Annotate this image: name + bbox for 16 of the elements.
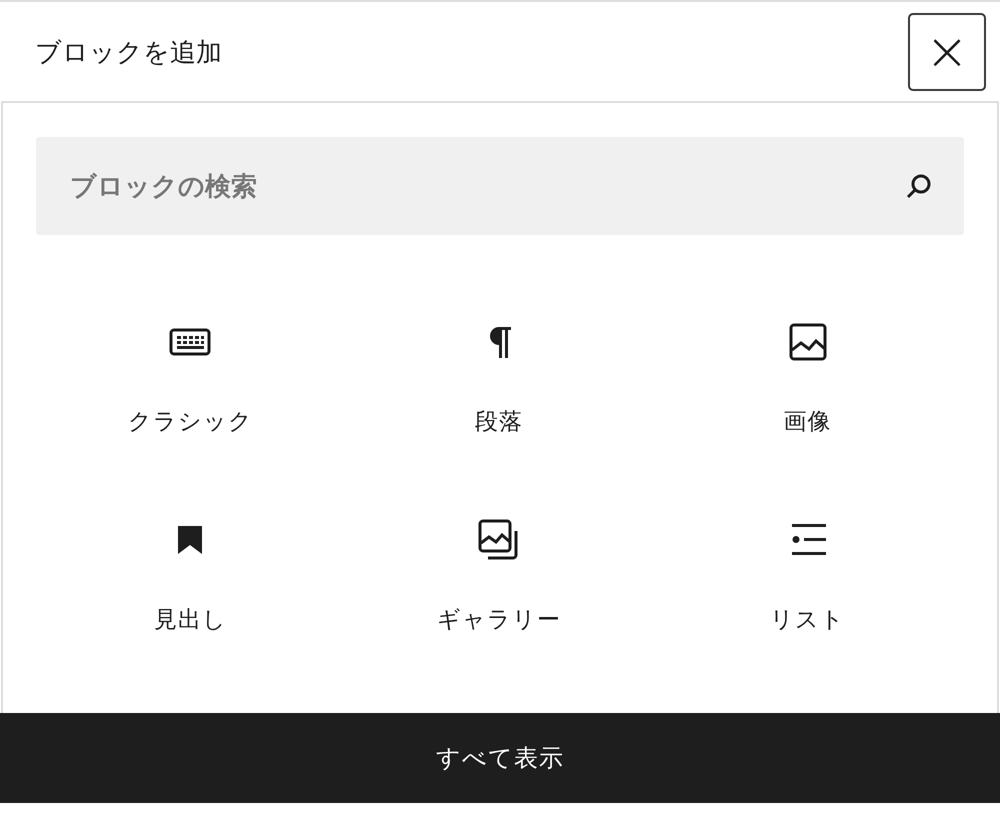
block-label[interactable]: リスト — [770, 604, 846, 635]
close-button[interactable]: × — [908, 13, 986, 91]
block-label[interactable]: 画像 — [784, 406, 832, 437]
block-label[interactable]: 見出し — [154, 604, 227, 635]
image-icon — [788, 323, 827, 361]
dialog-title: ブロックを追加 — [35, 36, 222, 68]
list-icon — [790, 523, 826, 557]
block-label[interactable]: 段落 — [474, 406, 523, 437]
block-label[interactable]: クラシック — [128, 406, 253, 437]
bookmark-icon — [177, 525, 204, 555]
keyboard-icon — [169, 328, 212, 356]
search-icon — [906, 173, 932, 199]
search-field[interactable]: ブロックの検索 — [36, 137, 964, 235]
show-all-button[interactable]: すべて表示 — [0, 713, 1000, 803]
block-label[interactable]: ギャラリー — [436, 604, 561, 635]
gallery-icon — [478, 519, 520, 561]
